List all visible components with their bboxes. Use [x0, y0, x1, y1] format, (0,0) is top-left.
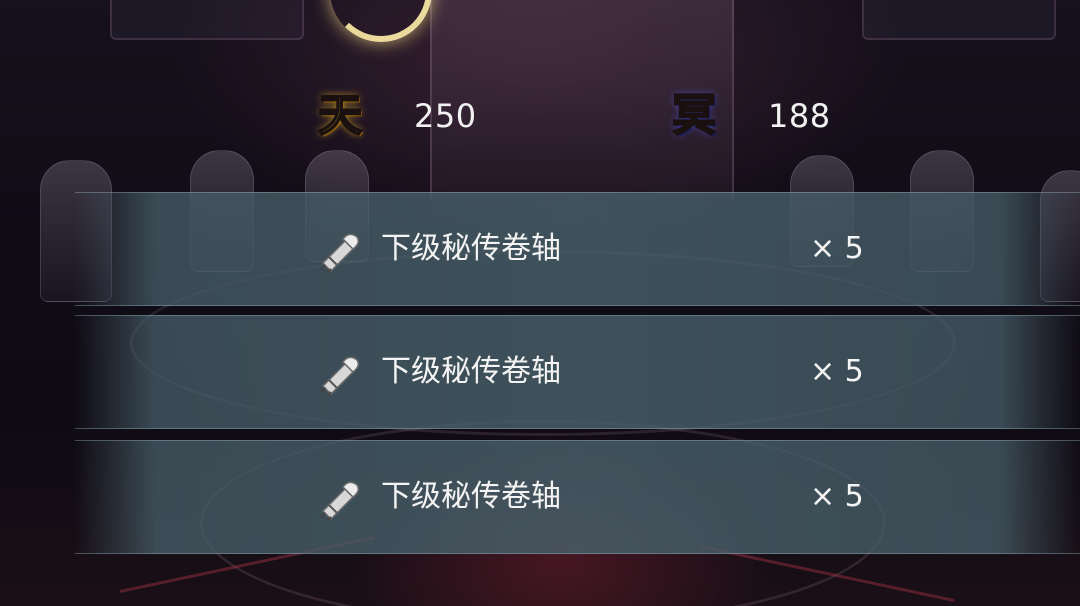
scroll-icon: [320, 481, 360, 521]
tian-currency-icon: 天: [317, 90, 363, 141]
currency-ming: 冥 188: [666, 86, 831, 146]
ming-currency-icon: 冥: [671, 90, 717, 141]
scroll-icon: [320, 233, 360, 273]
background-glow-arc: [330, 0, 432, 42]
currency-tian: 天 250: [312, 86, 477, 146]
reward-row: 下级秘传卷轴 × 5: [75, 192, 1080, 306]
currency-tian-value: 250: [414, 97, 477, 135]
reward-name: 下级秘传卷轴: [381, 354, 561, 389]
reward-screen: 天 250 冥 188 下级秘传卷轴 × 5 下级秘传卷轴 × 5 下级秘传卷轴…: [0, 0, 1080, 606]
background-panel-left: [110, 0, 304, 40]
reward-name: 下级秘传卷轴: [381, 231, 561, 266]
reward-quantity: × 5: [810, 354, 864, 389]
reward-name: 下级秘传卷轴: [381, 479, 561, 514]
background-panel-right: [862, 0, 1056, 40]
currency-ming-value: 188: [768, 97, 831, 135]
reward-row: 下级秘传卷轴 × 5: [75, 440, 1080, 554]
reward-row: 下级秘传卷轴 × 5: [75, 315, 1080, 429]
reward-quantity: × 5: [810, 231, 864, 266]
reward-quantity: × 5: [810, 479, 864, 514]
scroll-icon: [320, 356, 360, 396]
